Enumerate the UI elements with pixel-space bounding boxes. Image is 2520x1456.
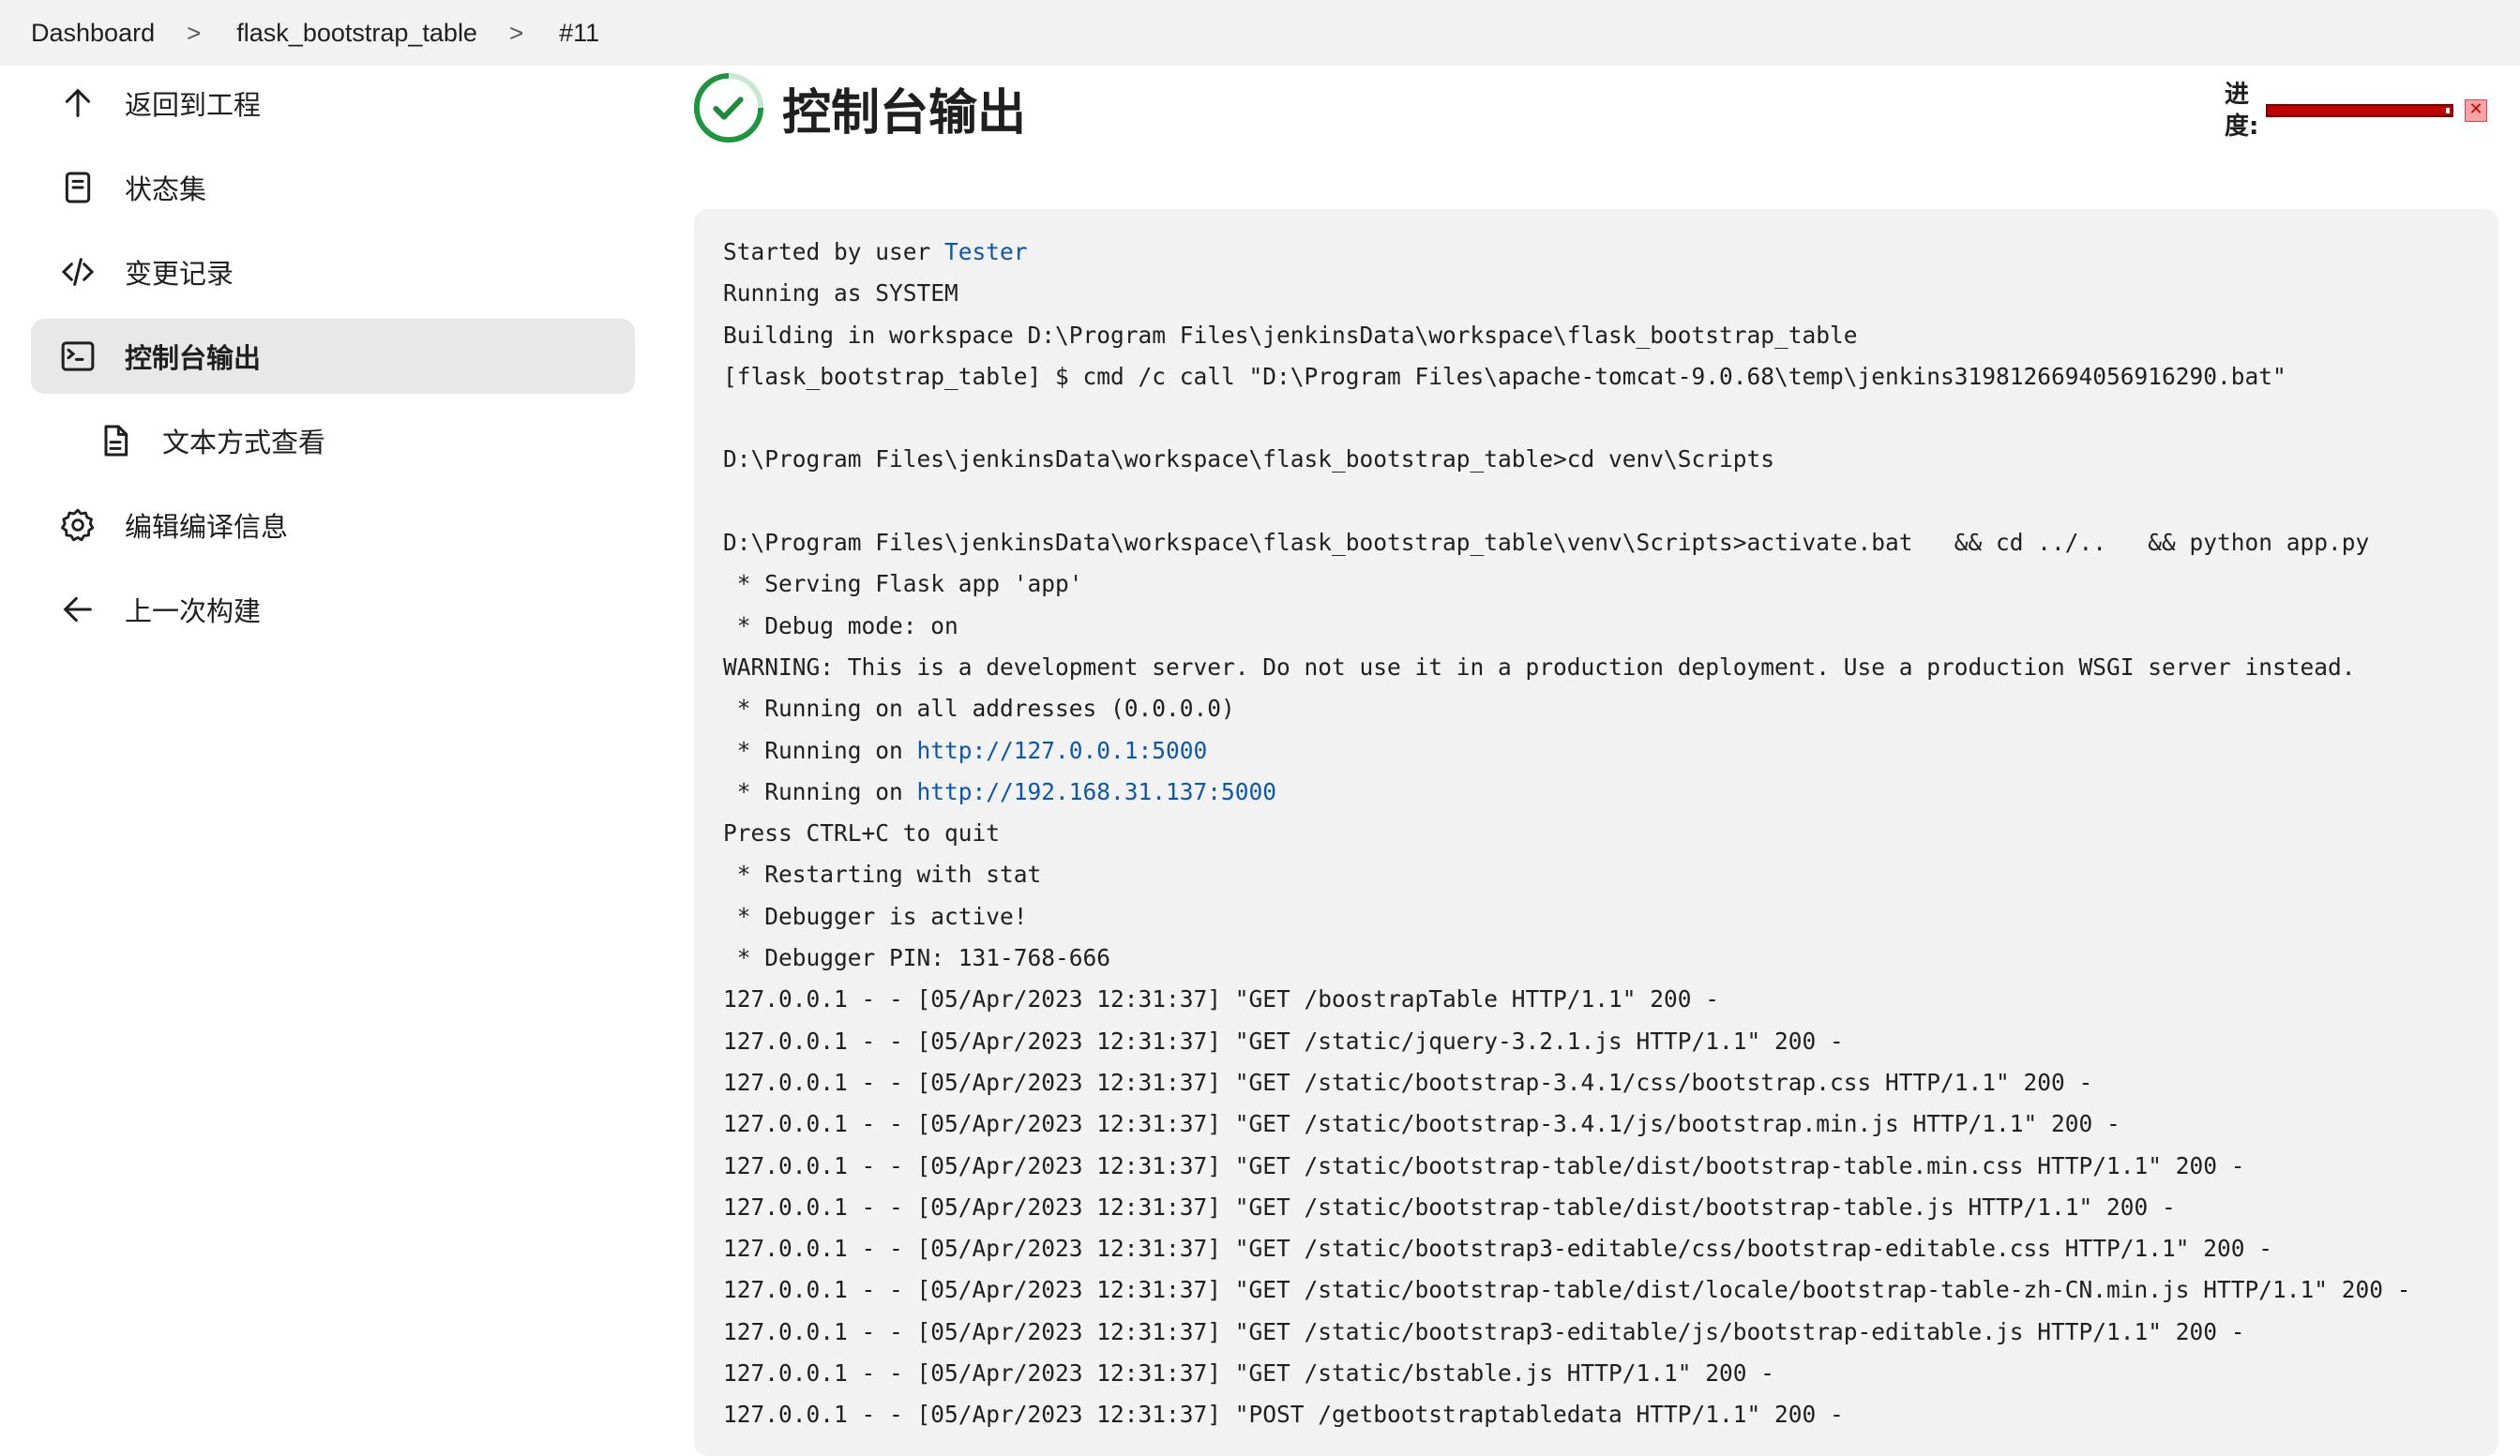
notepad-icon — [57, 167, 98, 208]
console-line: 127.0.0.1 - - [05/Apr/2023 12:31:37] "GE… — [723, 1228, 2469, 1269]
chevron-right-icon: > — [508, 18, 524, 47]
console-line-text: 127.0.0.1 - - [05/Apr/2023 12:31:37] "GE… — [723, 1276, 2411, 1304]
console-line-text: [flask_bootstrap_table] $ cmd /c call "D… — [723, 362, 2286, 390]
sidebar-item-label: 文本方式查看 — [162, 427, 326, 458]
console-line-text: 127.0.0.1 - - [05/Apr/2023 12:31:37] "GE… — [723, 985, 1720, 1013]
breadcrumb-build[interactable]: #11 — [559, 19, 599, 48]
build-progress: 进 度: ✕ — [2225, 79, 2487, 143]
console-line-text: Press CTRL+C to quit — [723, 819, 1001, 848]
console-line-text: D:\Program Files\jenkinsData\workspace\f… — [723, 529, 2370, 557]
sidebar-item-view-as-plain-text[interactable]: 文本方式查看 — [31, 403, 635, 478]
sidebar-item-label: 状态集 — [125, 173, 207, 205]
console-line: * Debug mode: on — [723, 606, 2469, 647]
sidebar-item-console-output[interactable]: 控制台输出 — [31, 319, 635, 394]
console-line-text: 127.0.0.1 - - [05/Apr/2023 12:31:37] "GE… — [723, 1068, 2093, 1096]
console-line: 127.0.0.1 - - [05/Apr/2023 12:31:37] "GE… — [723, 1269, 2469, 1311]
sidebar-item-label: 上一次构建 — [125, 595, 262, 627]
console-line: WARNING: This is a development server. D… — [723, 647, 2469, 688]
console-line: Started by user Tester — [723, 232, 2469, 273]
console-line-text: * Debugger is active! — [723, 902, 1028, 930]
console-line-text: * Running on — [723, 777, 917, 805]
arrow-up-icon — [57, 83, 98, 124]
console-line: 127.0.0.1 - - [05/Apr/2023 12:31:37] "GE… — [723, 1146, 2469, 1187]
gear-icon — [57, 504, 98, 546]
chevron-right-icon: > — [187, 18, 202, 47]
console-line: * Debugger is active! — [723, 896, 2469, 938]
console-line-text: Started by user — [723, 238, 945, 265]
console-output: Started by user Tester Running as SYSTEM B… — [694, 209, 2498, 1456]
sidebar-item-label: 变更记录 — [125, 258, 234, 290]
console-line-text: * Running on all addresses (0.0.0.0) — [723, 695, 1235, 723]
console-line: 127.0.0.1 - - [05/Apr/2023 12:31:37] "GE… — [723, 979, 2469, 1020]
console-line: * Running on http://127.0.0.1:5000 — [723, 730, 2469, 772]
console-line-text: * Restarting with stat — [723, 861, 1042, 889]
console-line-text: 127.0.0.1 - - [05/Apr/2023 12:31:37] "GE… — [723, 1235, 2273, 1263]
console-link[interactable]: http://192.168.31.137:5000 — [917, 778, 1277, 805]
page-title: 控制台输出 — [782, 84, 1027, 142]
sidebar: 返回到工程 状态集 变更记录 控制台输出 文本方式查看 编辑编译信息 上一次构建 — [31, 66, 635, 656]
console-line: * Running on http://192.168.31.137:5000 — [723, 772, 2469, 813]
console-line-text: 127.0.0.1 - - [05/Apr/2023 12:31:37] "GE… — [723, 1193, 2176, 1221]
console-line-text: Running as SYSTEM — [723, 279, 958, 308]
console-line-text: Building in workspace D:\Program Files\j… — [723, 321, 1858, 349]
console-line: D:\Program Files\jenkinsData\workspace\f… — [723, 522, 2469, 563]
console-line-text: * Debug mode: on — [723, 611, 958, 639]
console-line-text: D:\Program Files\jenkinsData\workspace\f… — [723, 445, 1775, 473]
code-icon — [57, 251, 98, 293]
console-line: 127.0.0.1 - - [05/Apr/2023 12:31:37] "GE… — [723, 1312, 2469, 1353]
console-line-text: 127.0.0.1 - - [05/Apr/2023 12:31:37] "GE… — [723, 1110, 2120, 1138]
console-line: 127.0.0.1 - - [05/Apr/2023 12:31:37] "PO… — [723, 1394, 2469, 1435]
console-line: 127.0.0.1 - - [05/Apr/2023 12:31:37] "GE… — [723, 1103, 2469, 1145]
sidebar-item-label: 返回到工程 — [125, 89, 262, 121]
breadcrumb-dashboard[interactable]: Dashboard — [31, 19, 155, 48]
console-line: * Restarting with stat — [723, 854, 2469, 895]
breadcrumb-project[interactable]: flask_bootstrap_table — [236, 19, 477, 48]
page-header: 控制台输出 — [692, 71, 1026, 144]
console-line-text: 127.0.0.1 - - [05/Apr/2023 12:31:37] "GE… — [723, 1027, 1844, 1055]
sidebar-item-edit-build-info[interactable]: 编辑编译信息 — [31, 488, 635, 563]
console-line: Running as SYSTEM — [723, 273, 2469, 314]
progress-label: 进 度: — [2225, 81, 2259, 141]
console-line: * Serving Flask app 'app' — [723, 563, 2469, 605]
console-line: * Running on all addresses (0.0.0.0) — [723, 688, 2469, 729]
console-line: 127.0.0.1 - - [05/Apr/2023 12:31:37] "GE… — [723, 1062, 2469, 1103]
success-check-icon — [693, 72, 764, 143]
console-line-text: 127.0.0.1 - - [05/Apr/2023 12:31:37] "GE… — [723, 1317, 2245, 1345]
console-line-text: 127.0.0.1 - - [05/Apr/2023 12:31:37] "PO… — [723, 1401, 1844, 1429]
sidebar-item-label: 编辑编译信息 — [125, 511, 289, 543]
terminal-icon — [57, 336, 98, 377]
console-line-text: * Serving Flask app 'app' — [723, 570, 1083, 598]
console-line: Building in workspace D:\Program Files\j… — [723, 315, 2469, 356]
console-line: 127.0.0.1 - - [05/Apr/2023 12:31:37] "GE… — [723, 1353, 2469, 1394]
console-line: [flask_bootstrap_table] $ cmd /c call "D… — [723, 356, 2469, 398]
sidebar-item-back-to-project[interactable]: 返回到工程 — [31, 66, 635, 141]
sidebar-item-label: 控制台输出 — [125, 342, 262, 374]
stop-build-icon[interactable]: ✕ — [2465, 99, 2487, 122]
console-link[interactable]: http://127.0.0.1:5000 — [917, 737, 1208, 764]
console-line-text: * Running on — [723, 736, 917, 764]
document-icon — [95, 420, 136, 461]
console-link[interactable]: Tester — [944, 238, 1028, 265]
sidebar-item-changes[interactable]: 变更记录 — [31, 234, 635, 309]
console-line: Press CTRL+C to quit — [723, 813, 2469, 854]
console-line: 127.0.0.1 - - [05/Apr/2023 12:31:37] "GE… — [723, 1187, 2469, 1228]
console-line: * Debugger PIN: 131-768-666 — [723, 938, 2469, 979]
console-line-text: WARNING: This is a development server. D… — [723, 653, 2356, 681]
console-line: 127.0.0.1 - - [05/Apr/2023 12:31:37] "GE… — [723, 1021, 2469, 1062]
progress-bar — [2266, 104, 2453, 117]
console-line-text: 127.0.0.1 - - [05/Apr/2023 12:31:37] "GE… — [723, 1359, 1775, 1388]
arrow-left-icon — [57, 589, 98, 630]
console-line-text: * Debugger PIN: 131-768-666 — [723, 944, 1111, 972]
sidebar-item-status[interactable]: 状态集 — [31, 150, 635, 225]
breadcrumb: Dashboard > flask_bootstrap_table > #11 — [0, 0, 2520, 66]
sidebar-item-previous-build[interactable]: 上一次构建 — [31, 572, 635, 647]
console-line-text: 127.0.0.1 - - [05/Apr/2023 12:31:37] "GE… — [723, 1151, 2245, 1179]
console-line: D:\Program Files\jenkinsData\workspace\f… — [723, 439, 2469, 480]
